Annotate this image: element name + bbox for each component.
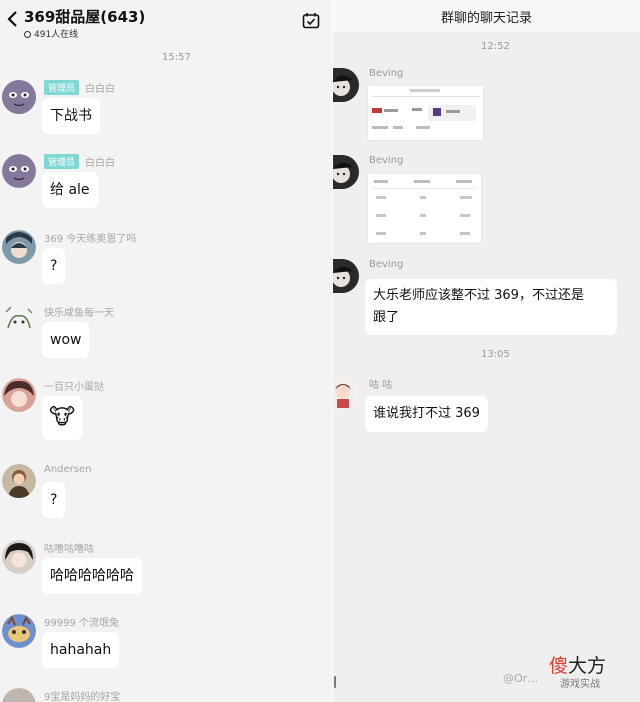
scroll-indicator[interactable] [334, 676, 336, 688]
avatar[interactable] [333, 376, 359, 410]
avatar[interactable] [2, 154, 36, 188]
sender-line: 9宝是妈妈的好宝 [44, 688, 120, 702]
sender-line: 一百只小蛋挞 [44, 378, 104, 393]
history-title: 群聊的聊天记录 [440, 11, 532, 26]
watermark-logo-part2: 大方 [568, 655, 607, 677]
sender-name: 一百只小蛋挞 [44, 382, 104, 393]
screenshot-image[interactable] [367, 173, 482, 244]
sender-line: 快乐咸鱼每一天 [44, 304, 114, 319]
message-bubble[interactable]: ? [42, 248, 66, 284]
avatar[interactable] [2, 304, 36, 338]
sender-name: Beving [369, 68, 404, 79]
sender-name: 快乐咸鱼每一天 [44, 308, 114, 319]
message-line: 跟了 [373, 310, 400, 325]
sender-line: 99999 个流氓兔 [44, 614, 119, 629]
message-bubble[interactable]: 大乐老师应该整不过 369，不过还是 跟了 [365, 279, 617, 335]
sender-name: Beving [369, 155, 404, 166]
avatar[interactable] [333, 155, 359, 189]
avatar[interactable] [2, 378, 36, 412]
message-bubble[interactable]: 哈哈哈哈哈哈 [42, 558, 142, 594]
sender-name: 白白白 [85, 84, 116, 95]
chevron-left-icon[interactable] [6, 10, 20, 28]
watermark-logo-part1: 傻 [549, 655, 569, 677]
timestamp: 13:05 [481, 349, 510, 360]
sender-name: 白白白 [85, 158, 116, 169]
avatar[interactable] [333, 68, 359, 102]
avatar[interactable] [2, 540, 36, 574]
message-bubble[interactable]: 谁说我打不过 369 [365, 396, 488, 432]
admin-badge: 管理员 [44, 80, 80, 95]
watermark-logo: 傻大方 [549, 651, 606, 678]
sender-line: 管理员 白白白 [44, 154, 115, 169]
sender-line: 369 今天练奥恩了吗 [44, 230, 136, 245]
sender-name: 咕噜咕噜咕 [44, 544, 94, 555]
screenshot-image[interactable] [367, 85, 484, 141]
message-bubble[interactable]: ? [42, 482, 66, 518]
avatar[interactable] [333, 259, 359, 293]
avatar[interactable] [2, 230, 36, 264]
online-dot-icon [24, 31, 31, 38]
sender-line: 管理员 白白白 [44, 80, 115, 95]
sender-line: 咕噜咕噜咕 [44, 540, 94, 555]
calendar-check-icon[interactable] [302, 12, 320, 29]
message-bubble[interactable]: 给 ale [42, 172, 98, 208]
avatar[interactable] [2, 80, 36, 114]
chat-title: 369甜品屋(643) [24, 8, 146, 26]
watermark-text: @Or… [503, 672, 539, 685]
watermark-subtext: 游戏实战 [560, 679, 600, 690]
message-bubble[interactable]: 🐮 [42, 396, 83, 440]
left-chat-panel: 369甜品屋(643) 491人在线 15:57 管理员 白白白 下战书 管理员白… [0, 0, 333, 702]
message-line: 大乐老师应该整不过 369，不过还是 [373, 288, 584, 303]
timestamp: 12:52 [481, 41, 510, 52]
online-count-text: 491人在线 [34, 30, 79, 40]
avatar[interactable] [2, 688, 36, 702]
avatar[interactable] [2, 464, 36, 498]
admin-badge: 管理员 [44, 154, 80, 169]
message-bubble[interactable]: wow [42, 322, 90, 358]
sender-name: 99999 个流氓兔 [44, 618, 119, 629]
message-bubble[interactable]: 下战书 [42, 98, 100, 134]
avatar[interactable] [2, 614, 36, 648]
sender-name: 369 今天练奥恩了吗 [44, 234, 137, 245]
sender-name: Andersen [44, 464, 92, 475]
timestamp: 15:57 [162, 52, 191, 63]
message-bubble[interactable]: hahahah [42, 632, 120, 668]
chat-history-panel: 群聊的聊天记录 12:52 Beving Beving Beving 大乐老师应… [333, 0, 640, 702]
sender-name: 9宝是妈妈的好宝 [44, 692, 121, 702]
sender-line: Andersen [44, 464, 92, 475]
online-count: 491人在线 [24, 27, 78, 40]
sender-name: Beving [369, 259, 404, 270]
sender-name: 咕 咕 [369, 380, 393, 391]
